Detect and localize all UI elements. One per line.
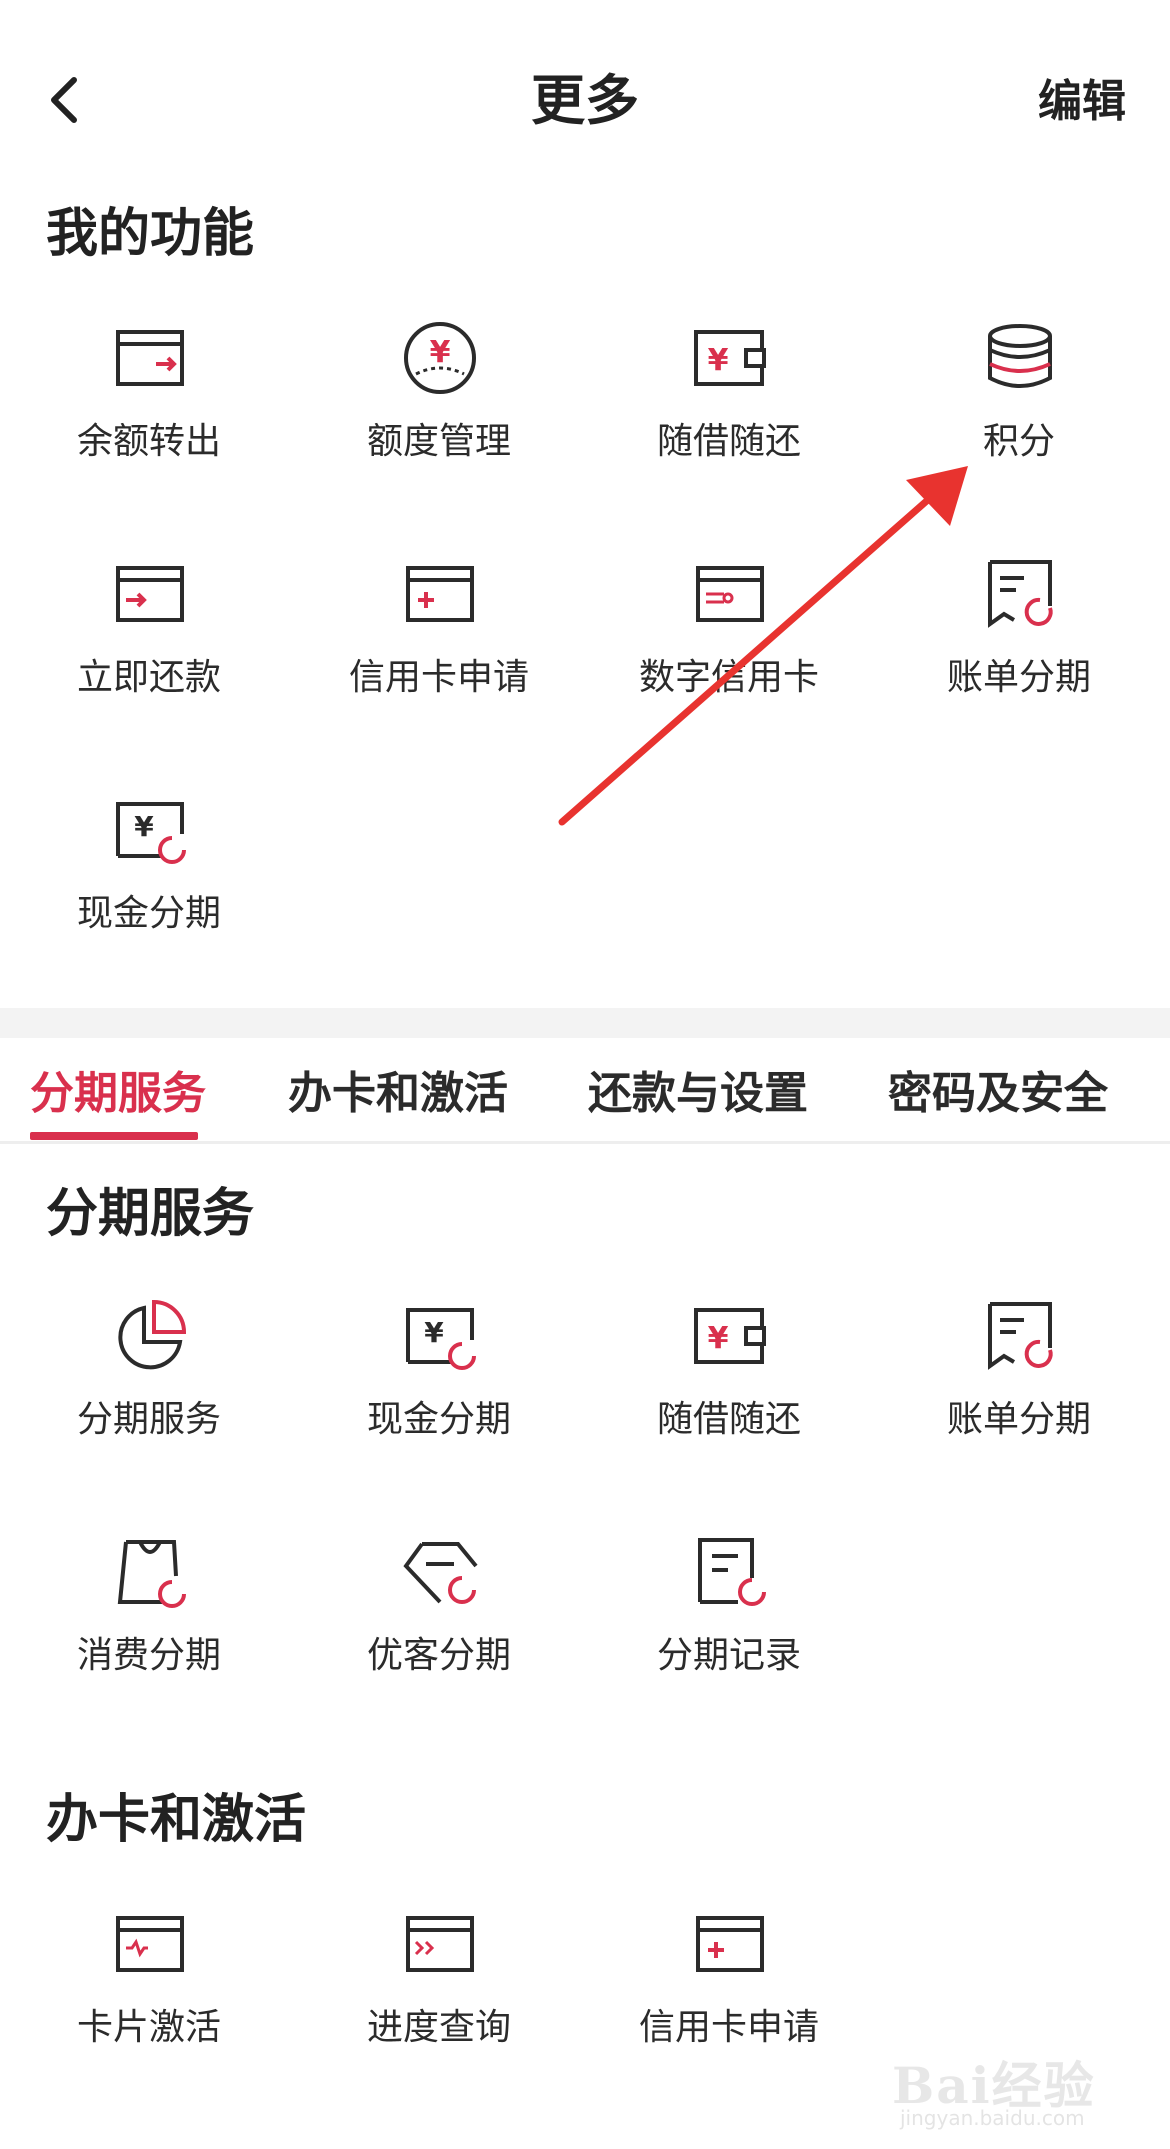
svg-text:¥: ¥: [708, 343, 729, 378]
svg-text:¥: ¥: [708, 1321, 729, 1356]
watermark-url: jingyan.baidu.com: [900, 2106, 1085, 2130]
card-repay-icon: [116, 566, 184, 622]
installment-label: 账单分期: [946, 1399, 1091, 1440]
function-label: 立即还款: [76, 657, 221, 698]
svg-text:¥: ¥: [134, 810, 154, 843]
cash-installment-icon: ¥: [116, 802, 186, 864]
edit-button[interactable]: 编辑: [1038, 76, 1126, 128]
my-functions-title: 我的功能: [46, 204, 255, 264]
digital-card-icon: [696, 566, 764, 622]
installment-label: 优客分期: [366, 1635, 511, 1676]
installment-label: 分期服务: [76, 1399, 221, 1440]
tab-repay-settings[interactable]: 还款与设置: [588, 1068, 808, 1120]
function-item-points[interactable]: 积分: [874, 318, 1164, 518]
card-item-apply[interactable]: 信用卡申请: [584, 1904, 874, 2104]
card-add-icon: [406, 566, 474, 622]
pie-chart-icon: [118, 1299, 187, 1370]
cash-installment-icon: ¥: [406, 1308, 476, 1370]
function-item-borrow-repay[interactable]: ¥ 随借随还: [584, 318, 874, 518]
function-item-card-apply[interactable]: 信用卡申请: [294, 554, 584, 754]
installment-item-consumption[interactable]: 消费分期: [4, 1532, 294, 1732]
yuan-wallet-icon: ¥: [694, 330, 766, 386]
function-label: 随借随还: [656, 421, 801, 462]
yuan-wallet-icon: ¥: [694, 1308, 766, 1364]
function-label: 余额转出: [76, 421, 221, 462]
diamond-icon: [403, 1542, 478, 1604]
section-divider: [0, 1008, 1170, 1038]
card-label: 卡片激活: [76, 2007, 221, 2048]
baidu-jingyan-watermark: Bai经验 jingyan.baidu.com: [880, 2030, 1150, 2130]
function-item-repay-now[interactable]: 立即还款: [4, 554, 294, 754]
bill-installment-icon: [988, 560, 1053, 628]
card-item-activate[interactable]: 卡片激活: [4, 1904, 294, 2104]
function-label: 数字信用卡: [638, 657, 819, 698]
card-progress-icon: [406, 1916, 474, 1972]
card-label: 信用卡申请: [638, 2007, 819, 2048]
installment-item-service[interactable]: 分期服务: [4, 1296, 294, 1496]
tab-card-activation[interactable]: 办卡和激活: [288, 1068, 508, 1120]
card-activate-icon: [116, 1916, 184, 1972]
installment-item-records[interactable]: 分期记录: [584, 1532, 874, 1732]
installment-label: 消费分期: [76, 1635, 221, 1676]
function-item-limit-management[interactable]: ¥ 额度管理: [294, 318, 584, 518]
function-item-bill-installment[interactable]: 账单分期: [874, 554, 1164, 754]
installment-item-cash[interactable]: ¥ 现金分期: [294, 1296, 584, 1496]
installment-label: 随借随还: [656, 1399, 801, 1440]
tab-password-security[interactable]: 密码及安全: [888, 1068, 1108, 1120]
function-label: 现金分期: [76, 893, 221, 934]
active-tab-indicator: [30, 1132, 198, 1140]
function-label: 额度管理: [366, 421, 511, 462]
category-tabs: 分期服务 办卡和激活 还款与设置 密码及安全: [0, 1038, 1170, 1144]
installment-section-title: 分期服务: [46, 1184, 255, 1244]
card-label: 进度查询: [366, 2007, 511, 2048]
function-item-cash-installment[interactable]: ¥ 现金分期: [4, 790, 294, 990]
tab-installment-service[interactable]: 分期服务: [30, 1068, 206, 1120]
svg-text:¥: ¥: [424, 1316, 444, 1349]
function-label: 积分: [982, 421, 1055, 462]
bill-installment-icon: [988, 1302, 1053, 1370]
function-item-digital-card[interactable]: 数字信用卡: [584, 554, 874, 754]
page-title: 更多: [531, 69, 639, 132]
card-transfer-out-icon: [116, 330, 184, 386]
installment-item-youke[interactable]: 优客分期: [294, 1532, 584, 1732]
shopping-bag-icon: [117, 1540, 186, 1608]
coin-stack-icon: [988, 324, 1052, 388]
top-bar: 更多 编辑: [0, 0, 1170, 200]
card-activation-section-title: 办卡和激活: [46, 1790, 307, 1850]
installment-label: 分期记录: [656, 1635, 801, 1676]
svg-text:¥: ¥: [430, 335, 451, 370]
yuan-gauge-icon: ¥: [404, 322, 476, 394]
function-label: 信用卡申请: [348, 657, 529, 698]
function-item-balance-transfer[interactable]: 余额转出: [4, 318, 294, 518]
card-add-icon: [696, 1916, 764, 1972]
installment-item-bill[interactable]: 账单分期: [874, 1296, 1164, 1496]
installment-label: 现金分期: [366, 1399, 511, 1440]
record-doc-icon: [698, 1538, 766, 1606]
installment-item-borrow-repay[interactable]: ¥ 随借随还: [584, 1296, 874, 1496]
card-item-progress[interactable]: 进度查询: [294, 1904, 584, 2104]
function-label: 账单分期: [946, 657, 1091, 698]
